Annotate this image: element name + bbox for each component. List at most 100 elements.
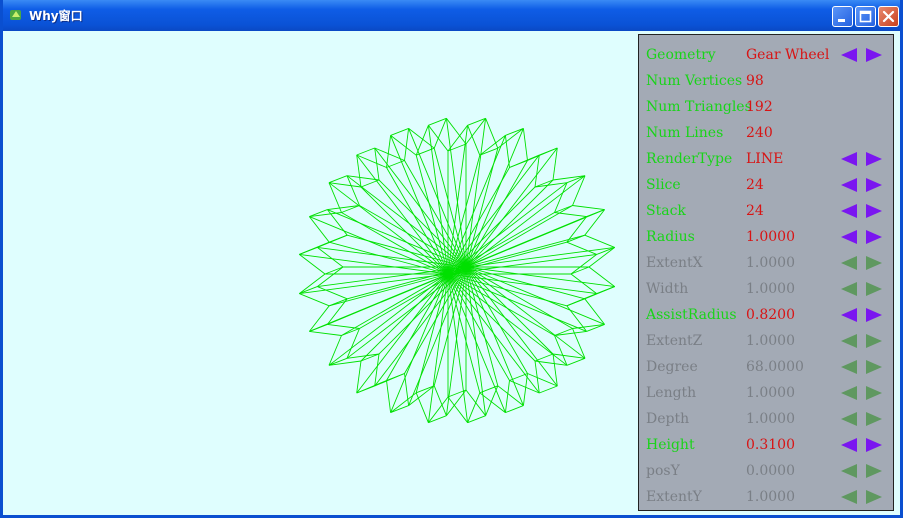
wire-edge bbox=[386, 380, 392, 413]
increase-arrow-icon-rendertype[interactable] bbox=[865, 151, 883, 167]
prop-value-num-vertices: 98 bbox=[746, 73, 764, 89]
wire-edge bbox=[329, 234, 348, 243]
wire-edge bbox=[596, 286, 615, 295]
wire-edge bbox=[329, 273, 449, 307]
wire-edge bbox=[386, 373, 405, 381]
increase-arrow-icon-height[interactable] bbox=[865, 437, 883, 453]
wire-edge bbox=[465, 266, 524, 406]
increase-arrow-icon-width bbox=[866, 282, 882, 296]
decrease-arrow-icon-extentz bbox=[841, 334, 857, 348]
decrease-arrow-icon-height[interactable] bbox=[840, 437, 858, 453]
prop-label-geometry: Geometry bbox=[646, 47, 716, 63]
decrease-arrow-icon-width bbox=[841, 282, 857, 296]
decrease-arrow-icon-assistradius[interactable] bbox=[840, 307, 858, 323]
prop-label-radius: Radius bbox=[646, 229, 695, 245]
prop-row-slice: Slice 24 bbox=[639, 172, 893, 198]
prop-label-slice: Slice bbox=[646, 177, 681, 193]
wire-edge bbox=[465, 266, 585, 300]
decrease-arrow-icon-slice[interactable] bbox=[840, 177, 858, 193]
wire-edge bbox=[386, 160, 405, 168]
prop-value-rendertype: LINE bbox=[746, 151, 784, 167]
wire-edge bbox=[465, 266, 499, 386]
increase-arrow-icon-assistradius[interactable] bbox=[865, 307, 883, 323]
prop-row-geometry: Geometry Gear Wheel bbox=[639, 42, 893, 68]
gear-hub bbox=[455, 268, 461, 274]
wire-edge bbox=[324, 266, 344, 275]
wire-edge bbox=[465, 148, 499, 268]
prop-row-degree: Degree 68.0000 bbox=[639, 354, 893, 380]
prop-row-length: Length 1.0000 bbox=[639, 380, 893, 406]
increase-arrow-icon-posy bbox=[866, 464, 882, 478]
gear-hub bbox=[445, 271, 451, 277]
wire-edge bbox=[447, 273, 587, 332]
prop-label-depth: Depth bbox=[646, 411, 690, 427]
wire-edge bbox=[309, 330, 342, 336]
maximize-button[interactable] bbox=[855, 6, 876, 27]
prop-row-assistradius: AssistRadius 0.8200 bbox=[639, 302, 893, 328]
prop-row-num-vertices: Num Vertices 98 bbox=[639, 68, 893, 94]
wire-edge bbox=[467, 125, 481, 156]
wire-edge bbox=[572, 205, 605, 211]
prop-row-stack: Stack 24 bbox=[639, 198, 893, 224]
decrease-arrow-icon-geometry[interactable] bbox=[840, 47, 858, 63]
wire-edge bbox=[465, 266, 573, 329]
prop-label-stack: Stack bbox=[646, 203, 686, 219]
wire-edge bbox=[479, 147, 498, 156]
increase-arrow-icon-radius[interactable] bbox=[865, 229, 883, 245]
wire-edge bbox=[447, 155, 481, 275]
wire-edge bbox=[390, 135, 449, 275]
prop-value-height: 0.3100 bbox=[746, 437, 795, 453]
prop-row-extentz: ExtentZ 1.0000 bbox=[639, 328, 893, 354]
prop-row-extenty: ExtentY 1.0000 bbox=[639, 484, 893, 510]
prop-row-depth: Depth 1.0000 bbox=[639, 406, 893, 432]
prop-label-height: Height bbox=[646, 437, 695, 453]
render-viewport[interactable] bbox=[6, 31, 636, 515]
decrease-arrow-icon-posy bbox=[841, 464, 857, 478]
increase-arrow-icon-slice[interactable] bbox=[865, 177, 883, 193]
wire-edge bbox=[447, 273, 506, 413]
wire-edge bbox=[359, 205, 467, 268]
increase-arrow-icon-stack[interactable] bbox=[865, 203, 883, 219]
prop-value-num-lines: 240 bbox=[746, 125, 773, 141]
prop-label-num-lines: Num Lines bbox=[646, 125, 724, 141]
prop-row-num-triangles: Num Triangles 192 bbox=[639, 94, 893, 120]
increase-arrow-icon-degree bbox=[866, 360, 882, 374]
decrease-arrow-icon-stack[interactable] bbox=[840, 203, 858, 219]
wire-edge bbox=[504, 380, 510, 413]
decrease-arrow-icon-length bbox=[841, 386, 857, 400]
increase-arrow-icon-extentx bbox=[866, 256, 882, 270]
wire-edge bbox=[415, 392, 429, 423]
decrease-arrow-icon-extenty bbox=[841, 490, 857, 504]
wire-edge bbox=[465, 179, 554, 268]
client-area: Geometry Gear Wheel Num Vertices 98 Num Tria… bbox=[6, 31, 897, 515]
minimize-button[interactable] bbox=[832, 6, 853, 27]
increase-arrow-icon-geometry[interactable] bbox=[865, 47, 883, 63]
wire-edge bbox=[522, 128, 528, 161]
close-icon bbox=[882, 10, 895, 23]
prop-label-extentz: ExtentZ bbox=[646, 333, 703, 349]
decrease-arrow-icon-extentx bbox=[841, 256, 857, 270]
wire-edge bbox=[327, 323, 360, 329]
close-button[interactable] bbox=[878, 6, 899, 27]
wire-edge bbox=[509, 160, 528, 168]
wire-edge bbox=[329, 241, 449, 275]
prop-value-degree: 68.0000 bbox=[746, 359, 804, 375]
property-panel: Geometry Gear Wheel Num Vertices 98 Num Tria… bbox=[638, 34, 894, 511]
wire-edge bbox=[360, 186, 449, 275]
decrease-arrow-icon-rendertype[interactable] bbox=[840, 151, 858, 167]
wire-edge bbox=[386, 273, 449, 381]
prop-value-depth: 1.0000 bbox=[746, 411, 795, 427]
wire-edge bbox=[309, 216, 449, 275]
decrease-arrow-icon-radius[interactable] bbox=[840, 229, 858, 245]
wire-edge bbox=[360, 179, 380, 188]
wire-edge bbox=[485, 118, 499, 149]
prop-label-extentx: ExtentX bbox=[646, 255, 703, 271]
prop-label-num-triangles: Num Triangles bbox=[646, 99, 752, 115]
prop-label-extenty: ExtentY bbox=[646, 489, 702, 505]
wire-edge bbox=[327, 209, 467, 268]
title-bar[interactable]: Why窗口 bbox=[3, 0, 900, 31]
prop-value-extentx: 1.0000 bbox=[746, 255, 795, 271]
wire-edge bbox=[299, 293, 330, 307]
wire-edge bbox=[433, 385, 447, 416]
wire-edge bbox=[505, 405, 524, 414]
